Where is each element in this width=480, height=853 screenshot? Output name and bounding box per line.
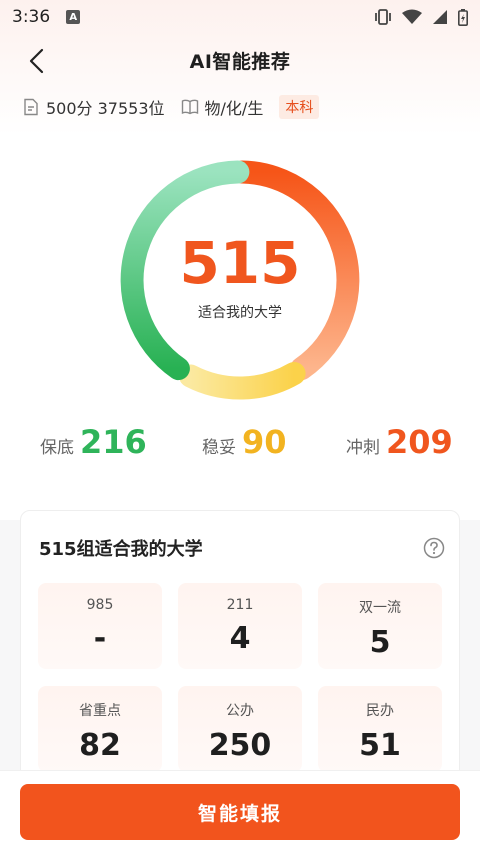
ring-total-count: 515	[179, 229, 301, 297]
cell-value: -	[93, 621, 107, 656]
battery-icon	[458, 8, 468, 26]
score-rank-text: 500分 37553位	[46, 99, 165, 118]
stat-value: 90	[242, 423, 287, 461]
signal-icon	[433, 10, 447, 24]
help-question-icon[interactable]	[423, 537, 445, 559]
wifi-icon	[402, 9, 422, 24]
stat-stable[interactable]: 稳妥 90	[202, 420, 287, 464]
stat-cell-211[interactable]: 211 4	[178, 583, 302, 669]
ring-center: 515 适合我的大学	[120, 160, 360, 400]
score-info-row: 500分 37553位 物/化/生 本科	[22, 94, 320, 120]
cell-value: 250	[208, 728, 272, 763]
cell-label: 省重点	[79, 703, 121, 719]
cell-label: 211	[226, 597, 254, 613]
page-title: AI智能推荐	[189, 50, 291, 73]
subjects-item: 物/化/生	[181, 95, 264, 119]
notification-app-icon: A	[66, 10, 81, 24]
category-stats: 保底 216 稳妥 90 冲刺 209	[0, 420, 480, 464]
cell-value: 82	[79, 728, 121, 763]
subjects-text: 物/化/生	[204, 99, 264, 118]
cell-value: 5	[369, 625, 391, 660]
status-bar: 3:36 A	[0, 0, 480, 34]
score-rank-item: 500分 37553位	[22, 95, 165, 119]
stat-value: 216	[80, 423, 147, 461]
cell-value: 4	[229, 621, 251, 656]
cell-value: 51	[359, 728, 401, 763]
stat-value: 209	[386, 423, 453, 461]
stat-reach[interactable]: 冲刺 209	[346, 420, 453, 464]
vibrate-icon	[375, 9, 391, 25]
smart-fill-button[interactable]: 智能填报	[20, 784, 460, 840]
cell-label: 公办	[226, 703, 254, 719]
stat-cell-985[interactable]: 985 -	[38, 583, 162, 669]
back-arrow-icon[interactable]	[24, 48, 50, 74]
stat-cell-double-first-class[interactable]: 双一流 5	[318, 583, 442, 669]
nav-bar: AI智能推荐	[0, 40, 480, 80]
stat-label: 保底	[40, 438, 74, 458]
stat-label: 稳妥	[202, 438, 236, 458]
stat-label: 冲刺	[346, 438, 380, 458]
cell-label: 民办	[366, 703, 394, 719]
level-badge: 本科	[279, 95, 320, 119]
stat-safe[interactable]: 保底 216	[40, 420, 147, 464]
card-title: 515组适合我的大学	[39, 539, 203, 560]
stat-cell-provincial-key[interactable]: 省重点 82	[38, 686, 162, 772]
cell-label: 双一流	[359, 600, 401, 616]
book-icon	[181, 99, 198, 115]
status-icons	[374, 8, 468, 26]
document-icon	[24, 98, 38, 116]
stat-cell-public[interactable]: 公办 250	[178, 686, 302, 772]
cell-label: 985	[86, 597, 114, 613]
status-time: 3:36	[12, 7, 51, 27]
stat-cell-private[interactable]: 民办 51	[318, 686, 442, 772]
ring-subtitle: 适合我的大学	[198, 305, 282, 321]
